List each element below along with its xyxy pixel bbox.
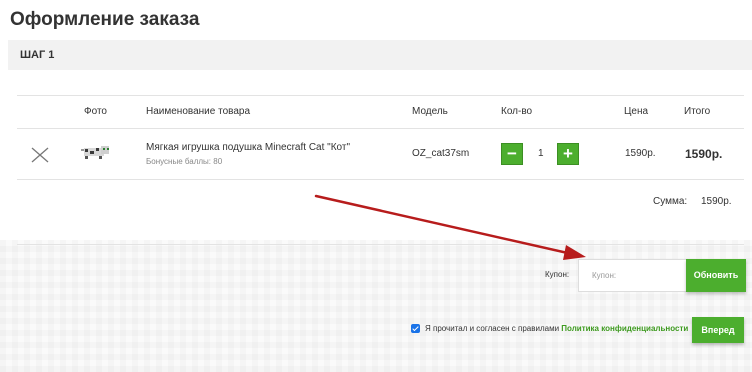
apply-coupon-button[interactable]: Обновить	[686, 259, 746, 292]
quantity-increase-button[interactable]: +	[557, 143, 579, 165]
agreement-text: Я прочитал и согласен с правилами Полити…	[425, 324, 688, 333]
step-label: ШАГ 1	[20, 49, 55, 61]
quantity-value[interactable]: 1	[538, 148, 544, 159]
summary-value: 1590р.	[701, 196, 732, 207]
product-price: 1590р.	[625, 148, 656, 159]
summary-row: Сумма: 1590р.	[17, 179, 744, 245]
product-bonus-points: Бонусные баллы: 80	[146, 157, 223, 166]
cart-table: Фото Наименование товара Модель Кол-во Ц…	[17, 95, 744, 180]
product-model: OZ_cat37sm	[412, 148, 470, 159]
step-header[interactable]: ШАГ 1	[8, 40, 752, 70]
table-header: Фото Наименование товара Модель Кол-во Ц…	[17, 96, 744, 129]
coupon-input[interactable]	[578, 259, 688, 292]
header-name: Наименование товара	[146, 106, 251, 117]
coupon-label: Купон:	[545, 270, 570, 279]
summary-label: Сумма:	[653, 196, 688, 207]
plus-icon: +	[563, 144, 573, 163]
next-button[interactable]: Вперед	[692, 317, 744, 343]
product-total: 1590р.	[685, 147, 723, 161]
quantity-decrease-button[interactable]: −	[501, 143, 523, 165]
table-row: Мягкая игрушка подушка Minecraft Cat "Ко…	[17, 129, 744, 180]
product-image[interactable]	[81, 143, 111, 161]
header-qty: Кол-во	[501, 106, 533, 117]
header-total: Итого	[684, 106, 711, 117]
product-name-link[interactable]: Мягкая игрушка подушка Minecraft Cat "Ко…	[146, 142, 350, 153]
header-price: Цена	[624, 106, 649, 117]
agreement-label: Я прочитал и согласен с правилами	[425, 324, 560, 333]
header-model: Модель	[412, 106, 448, 117]
minus-icon: −	[507, 144, 517, 163]
close-icon[interactable]	[30, 146, 50, 164]
agreement-checkbox[interactable]	[411, 324, 420, 333]
header-photo: Фото	[84, 106, 107, 117]
privacy-policy-link[interactable]: Политика конфиденциальности	[561, 324, 688, 333]
page-title: Оформление заказа	[10, 9, 200, 30]
